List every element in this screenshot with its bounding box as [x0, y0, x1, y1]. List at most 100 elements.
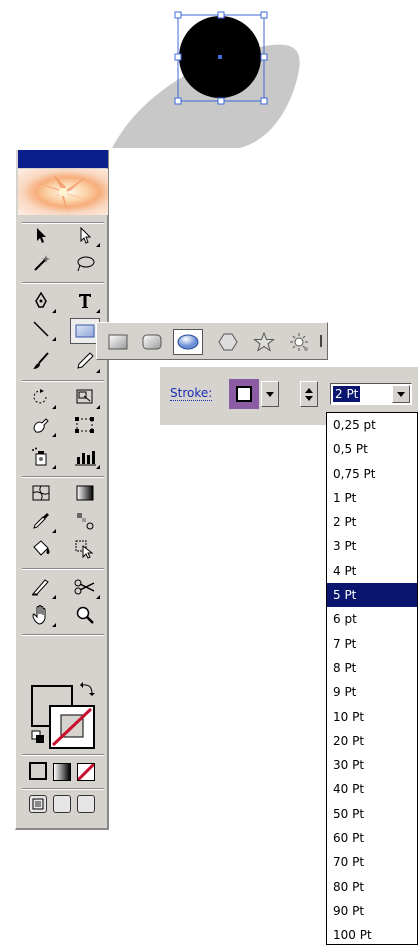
tools-panel	[15, 150, 109, 830]
zoom-tool[interactable]	[70, 602, 100, 628]
standard-screen-mode-button[interactable]	[29, 795, 47, 813]
spray-can-icon	[32, 447, 47, 466]
scale-tool[interactable]	[70, 384, 100, 410]
stroke-weight-input[interactable]: 2 Pt	[330, 383, 412, 405]
weight-option[interactable]: 100 Pt	[327, 923, 417, 944]
type-t-icon	[79, 294, 91, 308]
rounded-rectangle-icon	[142, 334, 162, 350]
direct-selection-tool[interactable]	[70, 222, 100, 248]
full-screen-menu-mode-button[interactable]	[53, 795, 71, 813]
magic-wand-icon	[34, 255, 50, 271]
blend-tool[interactable]	[70, 508, 100, 534]
rectangle-icon	[75, 324, 95, 338]
weight-option[interactable]: 50 Pt	[327, 802, 417, 826]
stroke-color-dropdown-button[interactable]	[261, 381, 279, 407]
none-mode-button[interactable]	[77, 763, 95, 781]
gradient-icon	[76, 485, 94, 501]
hand-icon	[32, 605, 46, 625]
white-arrow-icon	[80, 226, 92, 244]
screen-mode-icon	[32, 798, 44, 810]
chevron-down-icon	[266, 391, 274, 397]
line-segment-tool[interactable]	[26, 316, 56, 342]
magic-wand-tool[interactable]	[26, 250, 56, 276]
free-transform-tool[interactable]	[70, 412, 100, 438]
symbol-sprayer-tool[interactable]	[26, 444, 56, 470]
eyedropper-tool[interactable]	[26, 508, 56, 534]
swap-colors-icon[interactable]	[79, 682, 95, 698]
color-mode-button[interactable]	[29, 762, 47, 780]
chevron-down-icon	[397, 391, 405, 397]
blend-icon	[77, 513, 94, 530]
stroke-weight-dropdown-button[interactable]	[392, 385, 410, 403]
weight-option[interactable]: 0,5 Pt	[327, 437, 417, 461]
stroke-weight-stepper[interactable]	[300, 381, 318, 407]
weight-option[interactable]: 8 Pt	[327, 656, 417, 680]
flyout-rectangle-tool[interactable]	[103, 329, 133, 355]
stroke-weight-dropdown-list: 0,25 pt 0,5 Pt 0,75 Pt 1 Pt 2 Pt 3 Pt 4 Pt 5 Pt…	[326, 412, 418, 945]
paintbrush-icon	[33, 352, 49, 369]
stroke-color-swatch[interactable]	[229, 379, 259, 409]
live-paint-selection-tool[interactable]	[70, 536, 100, 562]
pen-tool[interactable]	[26, 288, 56, 314]
weight-option[interactable]: 0,25 pt	[327, 413, 417, 437]
weight-option[interactable]: 20 Pt	[327, 729, 417, 753]
eyedropper-icon	[33, 513, 49, 529]
stroke-weight-value[interactable]: 2 Pt	[333, 386, 361, 402]
weight-option[interactable]: 9 Pt	[327, 680, 417, 704]
default-colors-icon[interactable]	[31, 730, 47, 746]
stroke-color-swatch[interactable]	[49, 705, 95, 749]
weight-option[interactable]: 2 Pt	[327, 510, 417, 534]
flyout-polygon-tool[interactable]	[213, 329, 243, 355]
weight-option[interactable]: 4 Pt	[327, 559, 417, 583]
weight-option[interactable]: 6 pt	[327, 607, 417, 631]
chevron-down-icon	[305, 395, 313, 401]
chevron-up-icon	[305, 387, 313, 393]
lasso-tool[interactable]	[70, 250, 100, 276]
weight-option[interactable]: 3 Pt	[327, 534, 417, 558]
paintbrush-tool[interactable]	[26, 348, 56, 374]
rotate-tool[interactable]	[26, 384, 56, 410]
weight-option[interactable]: 10 Pt	[327, 705, 417, 729]
slice-tool[interactable]	[26, 574, 56, 600]
rotate-icon	[33, 389, 47, 404]
live-paint-bucket-tool[interactable]	[26, 536, 56, 562]
scissors-tool[interactable]	[70, 574, 100, 600]
flyout-rounded-rectangle-tool[interactable]	[137, 329, 167, 355]
weight-option[interactable]: 0,75 Pt	[327, 462, 417, 486]
full-screen-mode-button[interactable]	[77, 795, 95, 813]
tools-panel-titlebar[interactable]	[18, 150, 108, 168]
mesh-tool[interactable]	[26, 480, 56, 506]
type-tool[interactable]	[70, 288, 100, 314]
gradient-tool[interactable]	[70, 480, 100, 506]
column-graph-icon	[75, 451, 96, 466]
black-arrow-icon	[37, 228, 46, 243]
mesh-icon	[32, 485, 50, 501]
flare-icon	[290, 333, 308, 351]
tools-panel-logo[interactable]	[18, 169, 108, 215]
gradient-mode-button[interactable]	[53, 763, 71, 781]
none-slash-icon	[78, 764, 94, 780]
warp-tool[interactable]	[26, 412, 56, 438]
flyout-ellipse-tool[interactable]	[173, 329, 203, 355]
stroke-label-link[interactable]: Stroke:	[170, 386, 213, 401]
selection-tool[interactable]	[26, 222, 56, 248]
weight-option[interactable]: 1 Pt	[327, 486, 417, 510]
weight-option[interactable]: 30 Pt	[327, 753, 417, 777]
warp-hand-icon	[33, 418, 49, 433]
flyout-star-tool[interactable]	[249, 329, 279, 355]
weight-option[interactable]: 5 Pt	[327, 583, 417, 608]
flyout-tearoff-handle[interactable]	[320, 335, 325, 347]
scale-icon	[76, 389, 93, 404]
column-graph-tool[interactable]	[70, 444, 100, 470]
hand-tool[interactable]	[26, 602, 56, 628]
weight-option[interactable]: 7 Pt	[327, 632, 417, 656]
flyout-flare-tool[interactable]	[285, 329, 315, 355]
line-segment-icon	[33, 321, 49, 337]
weight-option[interactable]: 70 Pt	[327, 850, 417, 874]
artboard-illustration	[112, 11, 300, 148]
weight-option[interactable]: 90 Pt	[327, 899, 417, 923]
slice-knife-icon	[31, 579, 49, 596]
weight-option[interactable]: 60 Pt	[327, 826, 417, 850]
weight-option[interactable]: 40 Pt	[327, 777, 417, 801]
weight-option[interactable]: 80 Pt	[327, 875, 417, 899]
